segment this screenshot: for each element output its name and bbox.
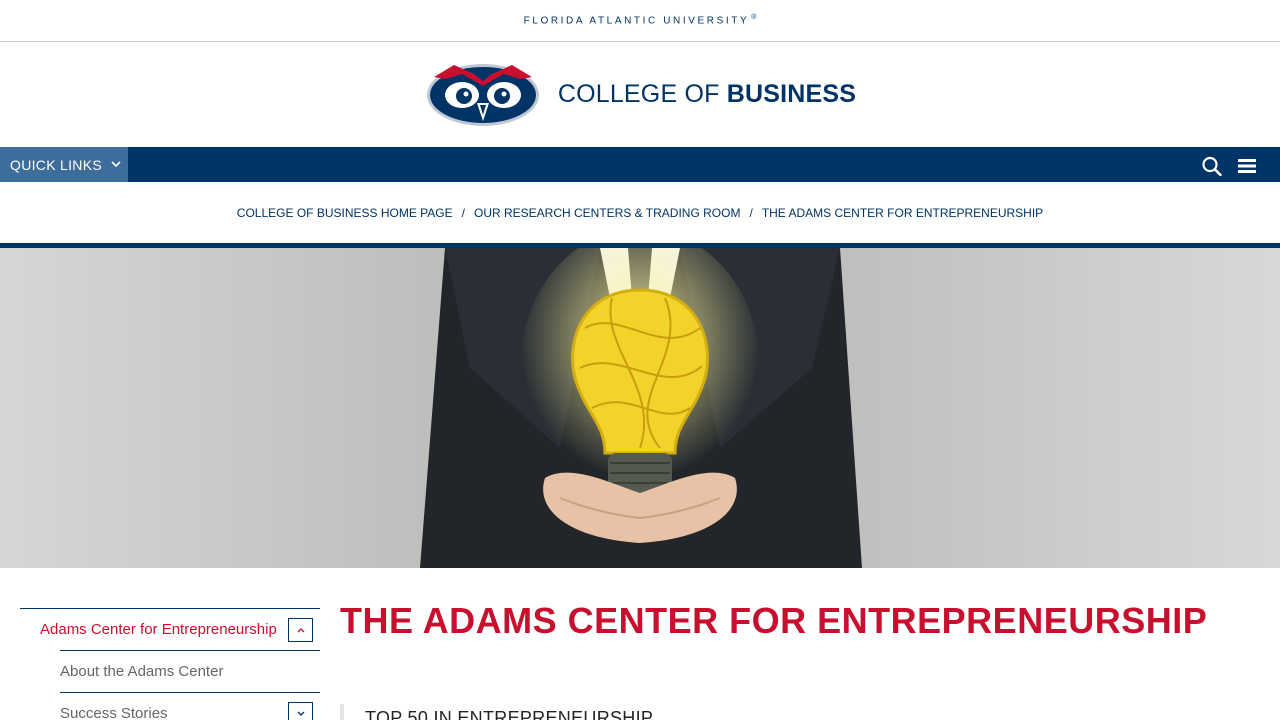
sidenav-item-success-stories[interactable]: Success Stories — [60, 692, 320, 720]
breadcrumb-current-page[interactable]: THE ADAMS CENTER FOR ENTREPRENEURSHIP — [762, 206, 1043, 220]
university-link[interactable]: FLORIDA ATLANTIC UNIVERSITY ® — [524, 14, 757, 26]
breadcrumb-separator: / — [461, 205, 465, 220]
breadcrumb-home-link[interactable]: COLLEGE OF BUSINESS HOME PAGE — [237, 206, 453, 220]
expand-toggle-button[interactable] — [288, 702, 313, 720]
main-navbar: QUICK LINKS — [0, 147, 1280, 182]
search-icon[interactable] — [1201, 156, 1223, 176]
section-subheading: TOP 50 IN ENTREPRENEURSHIP — [340, 704, 1240, 720]
chevron-down-icon — [111, 161, 121, 168]
page-title: THE ADAMS CENTER FOR ENTREPRENEURSHIP — [340, 600, 1208, 641]
sidenav-item-label: About the Adams Center — [60, 663, 224, 680]
hero-image — [0, 248, 1280, 568]
sidenav-item-about[interactable]: About the Adams Center — [60, 650, 320, 692]
university-bar: FLORIDA ATLANTIC UNIVERSITY ® — [0, 0, 1280, 42]
side-navigation: Adams Center for Entrepreneurship About … — [20, 608, 320, 720]
breadcrumb-research-centers-link[interactable]: OUR RESEARCH CENTERS & TRADING ROOM — [474, 206, 740, 220]
chevron-down-icon — [297, 711, 304, 716]
hamburger-menu-icon[interactable] — [1236, 156, 1258, 174]
breadcrumb: COLLEGE OF BUSINESS HOME PAGE / OUR RESE… — [0, 182, 1280, 243]
collapse-toggle-button[interactable] — [288, 618, 313, 642]
sidenav-item-adams-center[interactable]: Adams Center for Entrepreneurship — [20, 608, 320, 650]
owl-logo[interactable] — [424, 61, 542, 129]
college-title[interactable]: COLLEGE OF BUSINESS — [558, 80, 856, 109]
breadcrumb-separator: / — [749, 205, 753, 220]
sidenav-item-label: Adams Center for Entrepreneurship — [40, 621, 277, 638]
sidenav-item-label: Success Stories — [60, 705, 168, 720]
quick-links-button[interactable]: QUICK LINKS — [0, 147, 128, 182]
chevron-up-icon — [297, 628, 304, 633]
quick-links-label: QUICK LINKS — [10, 156, 102, 173]
college-header: COLLEGE OF BUSINESS — [0, 42, 1280, 147]
